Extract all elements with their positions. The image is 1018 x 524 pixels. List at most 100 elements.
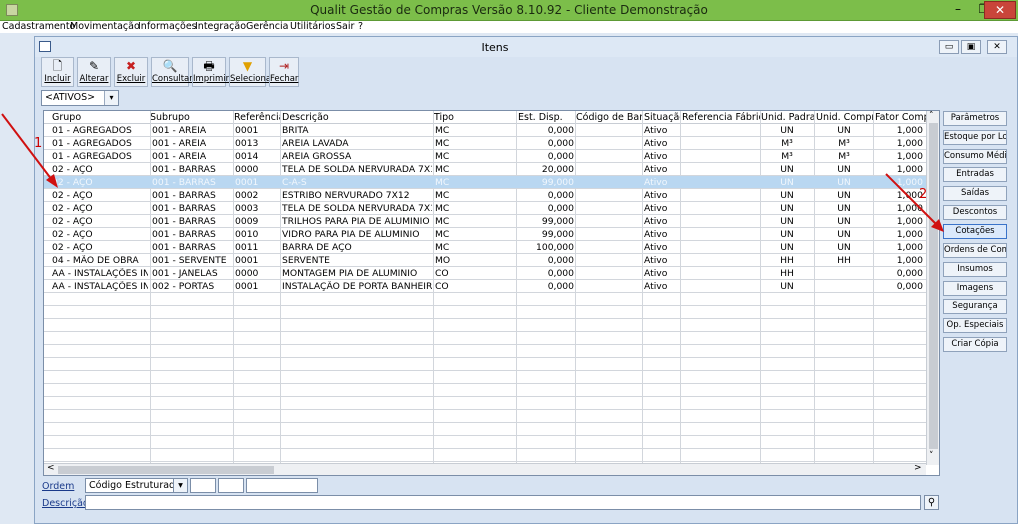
col-unid-padrao[interactable]: Unid. Padrao — [761, 112, 815, 123]
table-row[interactable]: 02 - AÇO 001 - BARRAS 0003 TELA DE SOLDA NE… — [44, 202, 939, 215]
window-restore-button[interactable]: ▣ — [961, 40, 981, 54]
table-cell: 01 - AGREGADOS — [52, 151, 132, 162]
incluir-button[interactable]: 🗋 Incluir — [41, 57, 74, 87]
table-cell: HH — [837, 255, 851, 266]
col-unid-compra[interactable]: Unid. Compra — [816, 112, 874, 123]
ordem-field-2[interactable] — [218, 478, 244, 493]
col-referencia[interactable]: Referência — [234, 112, 280, 123]
table-cell: UN — [780, 281, 794, 292]
table-cell: 0,000 — [896, 268, 923, 279]
criar-copia-button[interactable]: Criar Cópia — [943, 337, 1007, 352]
horizontal-scrollbar[interactable]: < > — [44, 463, 926, 475]
descontos-button[interactable]: Descontos — [943, 205, 1007, 220]
consultar-button[interactable]: 🔍 Consultar — [151, 57, 193, 87]
imagens-button[interactable]: Imagens — [943, 281, 1007, 296]
col-referencia-fabrica[interactable]: Referencia Fábrica — [682, 112, 760, 123]
empty-table-row — [44, 449, 939, 462]
table-cell: Ativo — [644, 268, 668, 279]
window-close-button[interactable]: ✕ — [987, 40, 1007, 54]
menu-gerencia[interactable]: Gerência — [246, 21, 288, 32]
table-cell: M³ — [781, 151, 793, 162]
insumos-button[interactable]: Insumos — [943, 262, 1007, 277]
parametros-button[interactable]: Parâmetros — [943, 111, 1007, 126]
table-cell: 0,000 — [547, 125, 574, 136]
table-cell: MC — [435, 125, 450, 136]
seleciona-button[interactable]: ▼ Seleciona — [229, 57, 271, 87]
minimize-button[interactable]: – — [944, 1, 972, 19]
col-est-disp[interactable]: Est. Disp. — [518, 112, 574, 123]
items-grid[interactable]: Grupo Subrupo Referência Descrição Tipo … — [43, 110, 940, 476]
seguranca-button[interactable]: Segurança — [943, 299, 1007, 314]
col-tipo[interactable]: Tipo — [434, 112, 514, 123]
vertical-scrollbar[interactable]: ˄ ˅ — [926, 111, 939, 465]
table-row[interactable]: 01 - AGREGADOS 001 - AREIA 0013 AREIA LAVAD… — [44, 137, 939, 150]
table-cell: AREIA LAVADA — [282, 138, 349, 149]
scroll-left-icon[interactable]: < — [47, 463, 55, 473]
table-cell: MONTAGEM PIA DE ALUMINIO — [282, 268, 418, 279]
menu-help[interactable]: ? — [358, 21, 363, 32]
ordens-de-compra-button[interactable]: Ordens de Compra — [943, 243, 1007, 258]
imprimir-button[interactable]: 🖶 Imprimir — [192, 57, 229, 87]
horizontal-scroll-thumb[interactable] — [58, 466, 274, 474]
window-minimize-button[interactable]: ▭ — [939, 40, 959, 54]
saidas-button[interactable]: Saídas — [943, 186, 1007, 201]
table-cell: 001 - JANELAS — [152, 268, 218, 279]
col-subrupo[interactable]: Subrupo — [150, 112, 230, 123]
printer-icon: 🖶 — [203, 59, 215, 73]
table-row[interactable]: 02 - AÇO 001 - BARRAS 0000 TELA DE SOLDA NE… — [44, 163, 939, 176]
itens-title-bar: Itens ▭ ▣ ✕ — [35, 37, 1017, 57]
table-cell: 001 - BARRAS — [152, 203, 216, 214]
scroll-up-icon[interactable]: ˄ — [929, 111, 934, 121]
table-row[interactable]: 02 - AÇO 001 - BARRAS 0001 C-A-S MC 99,000 Ati… — [44, 176, 939, 189]
table-row[interactable]: 02 - AÇO 001 - BARRAS 0002 ESTRIBO NERVURAD… — [44, 189, 939, 202]
table-row[interactable]: 01 - AGREGADOS 001 - AREIA 0014 AREIA GROSS… — [44, 150, 939, 163]
excluir-button[interactable]: ✖ Excluir — [114, 57, 148, 87]
ordem-field-3[interactable] — [246, 478, 318, 493]
table-cell: 1,000 — [896, 138, 923, 149]
scroll-right-icon[interactable]: > — [914, 463, 922, 473]
table-row[interactable]: 02 - AÇO 001 - BARRAS 0010 VIDRO PARA PIA D… — [44, 228, 939, 241]
search-icon[interactable]: ⚲ — [924, 495, 939, 510]
table-row[interactable]: AA - INSTALAÇÕES INT 002 - PORTAS 0001 INST… — [44, 280, 939, 293]
menu-movimentacao[interactable]: Movimentação — [70, 21, 140, 32]
scroll-down-icon[interactable]: ˅ — [929, 451, 934, 461]
entradas-button[interactable]: Entradas — [943, 167, 1007, 182]
table-cell: AREIA GROSSA — [282, 151, 352, 162]
table-cell: MC — [435, 242, 450, 253]
table-row[interactable]: 02 - AÇO 001 - BARRAS 0009 TRILHOS PARA PIA… — [44, 215, 939, 228]
col-grupo[interactable]: Grupo — [52, 112, 142, 123]
consumo-medio-button[interactable]: Consumo Médio — [943, 149, 1007, 164]
status-filter-select[interactable]: <ATIVOS> ▾ — [41, 90, 119, 106]
app-title: Qualit Gestão de Compras Versão 8.10.92 … — [310, 3, 708, 17]
table-row[interactable]: 01 - AGREGADOS 001 - AREIA 0001 BRITA MC 0,00… — [44, 124, 939, 137]
ordem-dropdown-icon[interactable]: ▾ — [173, 478, 188, 493]
table-row[interactable]: 04 - MÃO DE OBRA 001 - SERVENTE 0001 SERVEN… — [44, 254, 939, 267]
menu-cadastramento[interactable]: Cadastramento — [2, 21, 75, 32]
table-cell: TRILHOS PARA PIA DE ALUMINIO — [282, 216, 430, 227]
menu-sair[interactable]: Sair — [336, 21, 354, 32]
table-cell: 1,000 — [896, 151, 923, 162]
table-cell: 001 - BARRAS — [152, 190, 216, 201]
chevron-down-icon[interactable]: ▾ — [104, 91, 118, 105]
alterar-button[interactable]: ✎ Alterar — [77, 57, 111, 87]
menu-utilitarios[interactable]: Utilitários — [290, 21, 335, 32]
grid-header: Grupo Subrupo Referência Descrição Tipo … — [44, 111, 939, 124]
ordem-field-1[interactable] — [190, 478, 216, 493]
table-cell: UN — [780, 203, 794, 214]
cotacoes-button[interactable]: Cotações — [943, 224, 1007, 239]
table-cell: 0,000 — [547, 255, 574, 266]
op-especiais-button[interactable]: Op. Especiais — [943, 318, 1007, 333]
col-fator-compra[interactable]: Fator Compra — [875, 112, 926, 123]
table-row[interactable]: AA - INSTALAÇÕES INT 001 - JANELAS 0000 MON… — [44, 267, 939, 280]
table-row[interactable]: 02 - AÇO 001 - BARRAS 0011 BARRA DE AÇO MC 10… — [44, 241, 939, 254]
col-codigo-barra[interactable]: Código de Barra — [576, 112, 642, 123]
fechar-button[interactable]: ⇥ Fechar — [269, 57, 299, 87]
col-situacao[interactable]: Situação — [644, 112, 680, 123]
table-cell: Ativo — [644, 203, 668, 214]
close-button[interactable]: ✕ — [984, 1, 1016, 19]
menu-informacoes[interactable]: Informações — [138, 21, 197, 32]
descricao-input[interactable] — [85, 495, 921, 510]
estoque-por-local-button[interactable]: Estoque por Local — [943, 130, 1007, 145]
col-descricao[interactable]: Descrição — [282, 112, 432, 123]
menu-integracao[interactable]: Integração — [195, 21, 246, 32]
